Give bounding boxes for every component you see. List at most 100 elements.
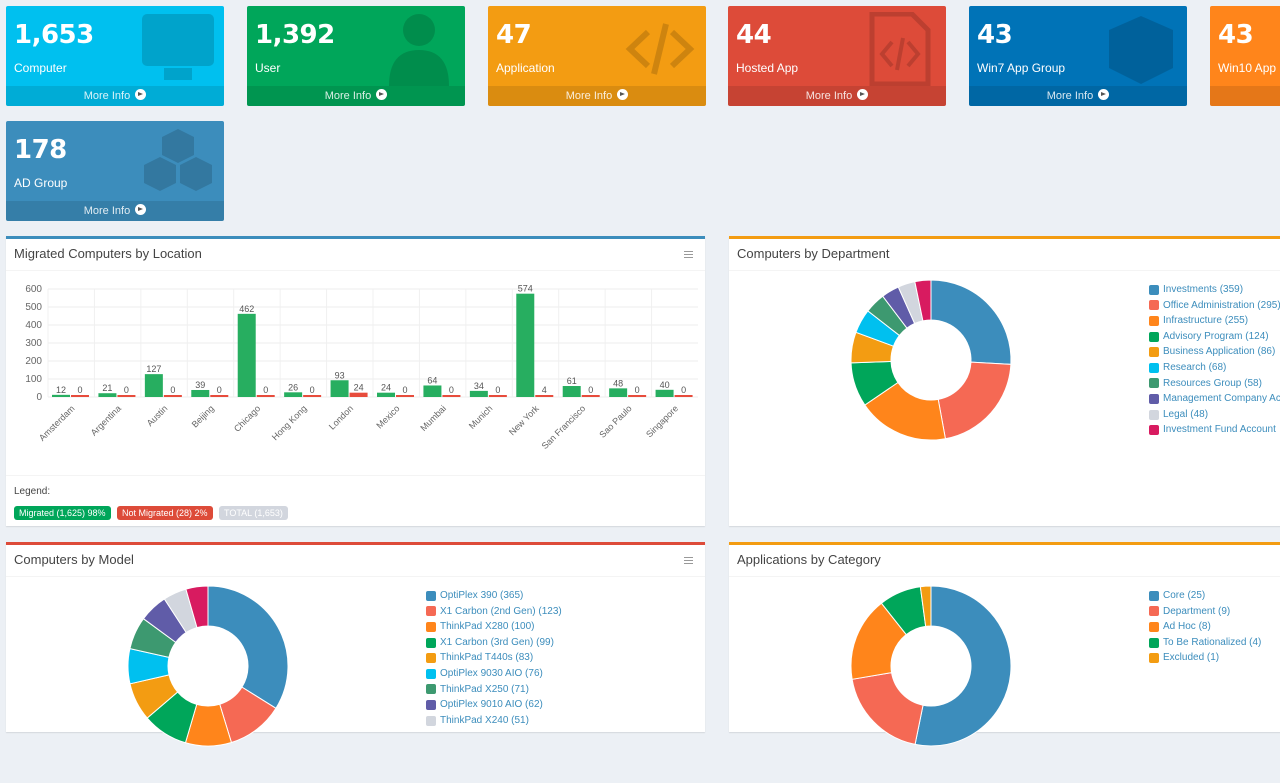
more-info-link[interactable]: More Info	[6, 86, 224, 106]
legend-swatch	[1149, 300, 1159, 311]
bar-not-migrated[interactable]	[488, 395, 507, 397]
bar-migrated[interactable]	[52, 394, 70, 397]
legend-item[interactable]: Department (9)	[1149, 604, 1261, 620]
bar-not-migrated[interactable]	[349, 392, 368, 397]
legend-item[interactable]: To Be Rationalized (4)	[1149, 635, 1261, 651]
more-info-link[interactable]: More Info	[1210, 86, 1280, 106]
legend-item[interactable]: ThinkPad X240 (51)	[426, 713, 562, 729]
bar-not-migrated[interactable]	[396, 395, 414, 397]
donut-slice[interactable]	[937, 361, 1012, 440]
bar-migrated[interactable]	[423, 385, 442, 397]
more-info-link[interactable]: More Info	[247, 86, 465, 106]
tile-value: 44	[736, 20, 772, 50]
bar-migrated[interactable]	[377, 392, 395, 397]
bar-not-migrated[interactable]	[442, 395, 461, 397]
bar-not-migrated[interactable]	[256, 395, 275, 397]
y-tick-label: 0	[36, 392, 42, 403]
tile-value: 1,653	[14, 20, 94, 50]
more-info-link[interactable]: More Info	[488, 86, 706, 106]
legend-item[interactable]: OptiPlex 9010 AIO (62)	[426, 697, 562, 713]
legend-item[interactable]: Research (68)	[1149, 360, 1280, 376]
bar-not-migrated[interactable]	[71, 395, 89, 397]
x-tick-label: New York	[507, 403, 541, 437]
x-tick-label: Beijing	[190, 403, 216, 429]
legend-item[interactable]: Excluded (1)	[1149, 650, 1261, 666]
more-info-link[interactable]: More Info	[6, 201, 224, 221]
tile-label: Hosted App	[736, 61, 799, 75]
legend-swatch	[426, 606, 436, 617]
bar-migrated[interactable]	[469, 390, 488, 397]
category-box: Applications by Category Core (25) Depart…	[729, 542, 1280, 747]
legend-swatch	[1149, 362, 1159, 373]
bar-not-migrated[interactable]	[628, 395, 647, 397]
bar-migrated[interactable]	[609, 388, 628, 397]
bar-not-migrated[interactable]	[535, 395, 554, 397]
stat-tile-hosted-app[interactable]: 44 Hosted App More Info	[728, 6, 946, 106]
bar-not-migrated[interactable]	[163, 395, 182, 397]
arrow-circle-right-icon	[617, 89, 629, 100]
legend-item[interactable]: Infrastructure (255)	[1149, 313, 1280, 329]
legend-swatch	[1149, 315, 1159, 326]
bar-migrated[interactable]	[237, 313, 256, 397]
legend-item[interactable]: Legal (48)	[1149, 407, 1280, 423]
stat-tile-computer[interactable]: 1,653 Computer More Info	[6, 6, 224, 106]
bar-value-label: 0	[449, 385, 454, 395]
bar-value-label: 12	[56, 385, 66, 395]
arrow-circle-right-icon	[1098, 89, 1110, 100]
legend-item[interactable]: Ad Hoc (8)	[1149, 619, 1261, 635]
model-legend: OptiPlex 390 (365) X1 Carbon (2nd Gen) (1…	[426, 588, 562, 728]
stat-tile-application[interactable]: 47 Application More Info	[488, 6, 706, 106]
legend-item[interactable]: Resources Group (58)	[1149, 376, 1280, 392]
bar-not-migrated[interactable]	[674, 395, 693, 397]
arrow-circle-right-icon	[857, 89, 869, 100]
donut-slice[interactable]	[930, 279, 1012, 365]
bar-migrated[interactable]	[516, 293, 535, 397]
legend-item[interactable]: Management Company Ac	[1149, 391, 1280, 407]
legend-item[interactable]: OptiPlex 9030 AIO (76)	[426, 666, 562, 682]
menu-icon[interactable]	[684, 251, 693, 258]
legend-swatch	[426, 684, 436, 695]
bar-migrated[interactable]	[330, 380, 349, 397]
stat-tile-user[interactable]: 1,392 User More Info	[247, 6, 465, 106]
donut-slice[interactable]	[851, 672, 924, 745]
bar-value-label: 61	[567, 376, 577, 386]
department-box-title: Computers by Department	[737, 246, 890, 261]
stat-tile-win10-app-group[interactable]: 43 Win10 App Group More Info	[1210, 6, 1280, 106]
legend-item[interactable]: Investment Fund Account	[1149, 422, 1280, 438]
bar-not-migrated[interactable]	[581, 395, 600, 397]
legend-swatch	[1149, 621, 1159, 632]
department-legend: Investments (359) Office Administration (…	[1149, 282, 1280, 438]
legend-item[interactable]: ThinkPad X250 (71)	[426, 682, 562, 698]
bar-migrated[interactable]	[98, 393, 117, 397]
bar-migrated[interactable]	[562, 386, 581, 397]
legend-item[interactable]: Advisory Program (124)	[1149, 329, 1280, 345]
legend-item[interactable]: ThinkPad T440s (83)	[426, 650, 562, 666]
bar-not-migrated[interactable]	[210, 395, 229, 397]
bar-migrated[interactable]	[191, 389, 210, 397]
legend-item[interactable]: X1 Carbon (3rd Gen) (99)	[426, 635, 562, 651]
bar-migrated[interactable]	[655, 389, 674, 397]
legend-swatch	[1149, 606, 1159, 617]
legend-item[interactable]: ThinkPad X280 (100)	[426, 619, 562, 635]
legend-item[interactable]: Business Application (86)	[1149, 344, 1280, 360]
bar-migrated[interactable]	[144, 374, 163, 397]
bar-value-label: 574	[518, 284, 533, 294]
legend-item[interactable]: X1 Carbon (2nd Gen) (123)	[426, 604, 562, 620]
bar-not-migrated[interactable]	[303, 395, 322, 397]
stat-tile-win7-app-group[interactable]: 43 Win7 App Group More Info	[969, 6, 1187, 106]
legend-item[interactable]: Core (25)	[1149, 588, 1261, 604]
x-tick-label: Austin	[145, 403, 170, 428]
bar-not-migrated[interactable]	[117, 395, 136, 397]
stat-tile-ad-group[interactable]: 178 AD Group More Info	[6, 121, 224, 221]
menu-icon[interactable]	[684, 557, 693, 564]
legend-item[interactable]: Office Administration (295)	[1149, 298, 1280, 314]
bar-value-label: 0	[402, 385, 407, 395]
bar-migrated[interactable]	[284, 392, 303, 397]
legend-item[interactable]: OptiPlex 390 (365)	[426, 588, 562, 604]
donut-slice[interactable]	[207, 585, 289, 709]
tile-value: 47	[496, 20, 532, 50]
legend-item[interactable]: Investments (359)	[1149, 282, 1280, 298]
more-info-link[interactable]: More Info	[728, 86, 946, 106]
legend-swatch	[1149, 590, 1159, 601]
more-info-link[interactable]: More Info	[969, 86, 1187, 106]
